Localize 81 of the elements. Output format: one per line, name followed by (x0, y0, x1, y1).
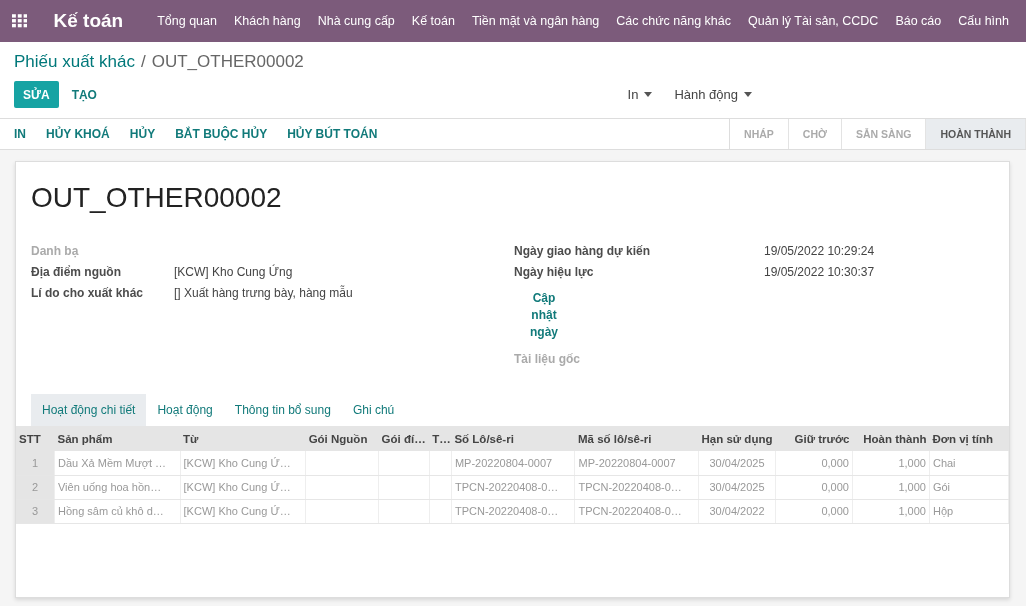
column-header[interactable]: Số Lô/sê-ri (451, 426, 575, 451)
menu-item[interactable]: Các chức năng khác (616, 14, 731, 28)
field-label: Danh bạ (31, 244, 80, 258)
table-cell: 0,000 (821, 481, 849, 493)
dropdown-button[interactable]: Hành động (668, 86, 758, 103)
field-label: Địa điểm nguồn (31, 265, 122, 279)
table-cell: 3 (31, 505, 39, 517)
tab[interactable]: Hoạt động chi tiết (31, 394, 147, 426)
caret-icon (744, 92, 752, 97)
breadcrumb-current: OUT_OTHER00002 (151, 52, 304, 72)
field-value: 19/05/2022 10:30:37 (764, 265, 876, 279)
create-button[interactable]: TẠO (62, 81, 106, 108)
table-cell: Dầu Xả Mềm Mượt … (58, 456, 167, 469)
column-header[interactable]: Gói đí… (378, 426, 430, 451)
app-title: Kế toán (53, 10, 124, 32)
menu-item[interactable]: Khách hàng (233, 14, 301, 28)
table-cell: TPCN-20220408-0… (454, 505, 559, 517)
tab[interactable]: Hoạt động (146, 394, 224, 426)
field-label: Ngày hiệu lực (514, 265, 595, 279)
field-value: [KCW] Kho Cung Ứng (174, 265, 294, 279)
table-cell: 0,000 (821, 505, 849, 517)
table-cell: [KCW] Kho Cung Ứ… (183, 505, 291, 517)
status-step[interactable]: HOÀN THÀNH (926, 119, 1026, 149)
menu-item[interactable]: Cấu hình (958, 14, 1009, 28)
edit-button[interactable]: SỬA (14, 81, 59, 108)
table-cell: TPCN-20220408-0… (578, 505, 682, 517)
table-cell: 1,000 (898, 456, 926, 469)
field-label: Tài liệu gốc (514, 352, 581, 366)
menu-item[interactable]: Quản lý Tài sản, CCDC (748, 14, 879, 28)
action-button[interactable]: HỦY BÚT TOÁN (278, 127, 387, 141)
table-cell: TPCN-20220408-0… (454, 481, 559, 493)
table-cell: 30/04/2025 (709, 481, 765, 493)
tab[interactable]: Thông tin bổ sung (223, 394, 342, 426)
tab[interactable]: Ghi chú (341, 394, 406, 426)
dropdown-button[interactable]: In (621, 86, 659, 103)
action-button[interactable]: IN (5, 127, 35, 141)
column-header[interactable]: Hoàn thành (852, 426, 930, 451)
column-header[interactable]: Gói Nguồn (305, 426, 379, 451)
table-cell: Chai (932, 456, 956, 469)
table-cell: Hộp (932, 505, 954, 517)
table-cell: 1,000 (898, 505, 926, 517)
action-button[interactable]: BẮT BUỘC HỦY (166, 127, 277, 141)
apps-grid-icon[interactable] (12, 14, 28, 28)
table-cell: 0,000 (821, 456, 849, 469)
column-header[interactable]: T… (429, 426, 452, 451)
table-cell: 1,000 (898, 481, 926, 493)
field-value: [] Xuất hàng trưng bày, hàng mẫu (174, 286, 354, 300)
field-label: Ngày giao hàng dự kiến (514, 244, 652, 258)
breadcrumb-separator: / (140, 52, 146, 72)
table-cell: MP-20220804-0007 (454, 456, 553, 469)
column-header[interactable]: Mã số lô/sê-ri (575, 426, 699, 451)
menu-item[interactable]: Tiền mặt và ngân hàng (471, 14, 600, 28)
caret-icon (644, 92, 653, 97)
column-header[interactable]: Hạn sử dụng (698, 426, 776, 451)
record-title: OUT_OTHER00002 (31, 182, 283, 214)
table-cell: 1 (31, 456, 39, 469)
table-cell: 30/04/2025 (709, 456, 765, 469)
menu-item[interactable]: Tổng quan (157, 14, 217, 28)
column-header[interactable]: Sản phẩm (54, 426, 181, 451)
table-cell: [KCW] Kho Cung Ứ… (183, 481, 291, 493)
action-button[interactable]: HỦY KHOÁ (37, 127, 119, 141)
menu-item[interactable]: Nhà cung cấp (317, 14, 395, 28)
column-header[interactable]: Đơn vị tính (929, 426, 1009, 451)
column-header[interactable]: STT (16, 426, 55, 451)
table-cell: Hồng sâm củ khô d… (58, 505, 164, 517)
table-cell: Gói (932, 481, 951, 493)
field-value: 19/05/2022 10:29:24 (764, 244, 876, 258)
menu-item[interactable]: Báo cáo (895, 14, 942, 28)
action-button[interactable]: HỦY (120, 127, 165, 141)
table-cell: TPCN-20220408-0… (578, 481, 682, 493)
table-cell: 2 (31, 481, 39, 493)
table-cell: MP-20220804-0007 (578, 456, 676, 469)
field-label: Lí do cho xuất khác (31, 286, 145, 300)
menu-item[interactable]: Kế toán (411, 14, 455, 28)
breadcrumb-link[interactable]: Phiếu xuất khác (14, 52, 135, 72)
table-cell: [KCW] Kho Cung Ứ… (183, 456, 291, 469)
table-cell: 30/04/2022 (709, 505, 765, 517)
column-header[interactable]: Giữ trước (775, 426, 853, 451)
table-cell: Viên uống hoa hồn… (58, 481, 162, 493)
update-date-link[interactable]: Cập nhật ngày (524, 290, 564, 341)
column-header[interactable]: Từ (180, 426, 306, 451)
